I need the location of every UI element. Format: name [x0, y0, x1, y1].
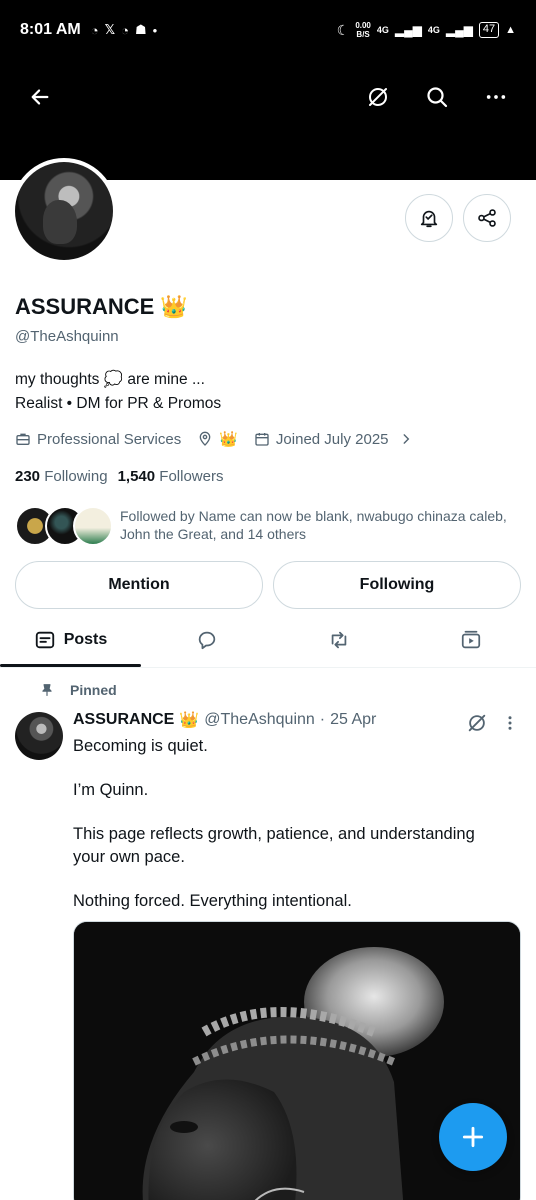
tab-replies[interactable]: [141, 614, 273, 666]
following-label: Following: [44, 468, 108, 485]
dot-icon: •: [152, 22, 158, 38]
profile-name-text: ASSURANCE: [15, 294, 155, 319]
notifications-button[interactable]: [405, 194, 453, 242]
more-icon: [486, 95, 506, 99]
tab-media[interactable]: [405, 614, 536, 666]
status-bar: 8:01 AM ◔ 𝕏 ◔ ☗ • ☾ 0.00 B/S 4G ▂▄▆ 4G ▂…: [0, 0, 536, 60]
bio-line-1: my thoughts 💭 are mine ...: [15, 371, 205, 388]
tab-posts-label: Posts: [63, 631, 108, 648]
post-text-line: This page reflects growth, patience, and…: [73, 825, 475, 843]
profile-joined: Joined July 2025: [275, 430, 389, 448]
pinned-text: Pinned: [70, 682, 117, 698]
followed-by-avatars[interactable]: [15, 506, 113, 546]
followers-label: Followers: [159, 468, 224, 485]
post-text-line: your own pace.: [73, 848, 185, 866]
followers-stat[interactable]: 1,540 Followers: [118, 468, 224, 485]
mention-button[interactable]: Mention: [15, 561, 263, 609]
briefcase-icon: [16, 433, 30, 445]
followed-by-text[interactable]: Followed by Name can now be blank, nwabu…: [120, 507, 525, 543]
post-separator: ·: [319, 711, 326, 728]
search-button[interactable]: [417, 77, 457, 117]
post-text-line: I’m Quinn.: [73, 781, 149, 799]
post-text-line: Nothing forced. Everything intentional.: [73, 892, 352, 910]
more-button[interactable]: [476, 77, 516, 117]
net-speed-unit: B/S: [356, 30, 370, 39]
whatsapp-icon: ◔: [90, 22, 99, 38]
profile-meta: Professional Services 👑 Joined July 2025: [15, 430, 413, 448]
following-count: 230: [15, 468, 41, 485]
media-icon: [461, 630, 480, 649]
whatsapp-icon: ◔: [121, 22, 129, 38]
flask-icon: ▲: [505, 24, 516, 36]
signal-icon: ▂▄▆: [394, 23, 422, 37]
share-button[interactable]: [463, 194, 511, 242]
signal-icon: ▂▄▆: [445, 23, 473, 37]
share-icon: [478, 209, 496, 227]
status-right: ☾ 0.00 B/S 4G ▂▄▆ 4G ▂▄▆ 47 ▲: [337, 21, 516, 39]
post-date[interactable]: 25 Apr: [330, 711, 376, 729]
post-more-button[interactable]: [492, 703, 528, 743]
net-speed-value: 0.00: [355, 21, 371, 30]
repost-icon: [331, 631, 347, 649]
follower-avatar: [73, 506, 113, 546]
moon-icon: ☾: [336, 21, 350, 38]
profile-name: ASSURANCE 👑: [15, 294, 188, 320]
bio-line-2: Realist • DM for PR & Promos: [15, 395, 222, 412]
following-stat[interactable]: 230 Following: [15, 468, 108, 485]
profile-photo: [15, 162, 113, 260]
back-button[interactable]: [20, 77, 60, 117]
tab-reposts[interactable]: [273, 614, 405, 666]
x-logo-icon: 𝕏: [104, 22, 116, 37]
post-author-name[interactable]: ASSURANCE: [73, 711, 174, 729]
followers-count: 1,540: [117, 468, 156, 485]
back-arrow-icon: [31, 89, 49, 105]
profile-avatar[interactable]: [11, 158, 117, 264]
chevron-right-icon[interactable]: [399, 432, 413, 446]
profile-tabs: Posts: [0, 614, 536, 668]
compose-button[interactable]: [439, 1103, 507, 1171]
pin-icon: [42, 684, 52, 696]
grok-icon: [468, 714, 486, 732]
active-tab-indicator: [0, 664, 141, 667]
more-vertical-icon: [508, 716, 512, 730]
notification-bell-icon: [420, 210, 438, 228]
notification-icons: ◔ 𝕏 ◔ ☗ •: [91, 22, 157, 38]
battery-icon: 47: [478, 22, 500, 38]
grok-button[interactable]: [358, 77, 398, 117]
crown-emoji: 👑: [179, 712, 200, 729]
post-header: ASSURANCE 👑 @TheAshquinn · 25 Apr: [73, 710, 376, 730]
grok-icon: [369, 88, 387, 106]
posts-icon: [35, 631, 54, 649]
replies-icon: [198, 631, 216, 650]
net-speed: 0.00 B/S: [355, 21, 371, 39]
network-label-1: 4G: [376, 25, 389, 35]
post-text-line: Becoming is quiet.: [73, 737, 208, 755]
status-time: 8:01 AM: [20, 21, 81, 38]
network-label-2: 4G: [427, 25, 440, 35]
search-icon: [427, 87, 448, 108]
compose-plus-icon: [462, 1126, 484, 1148]
crown-emoji: 👑: [160, 294, 188, 319]
location-pin-icon: [199, 431, 211, 446]
following-button[interactable]: Following: [273, 561, 521, 609]
profile-handle: @TheAshquinn: [15, 328, 119, 345]
profile-location: 👑: [219, 431, 238, 448]
follow-stats: 230 Following 1,540 Followers: [15, 468, 223, 485]
post-author-handle[interactable]: @TheAshquinn: [204, 711, 315, 729]
tab-posts[interactable]: Posts: [0, 614, 141, 666]
post-author-avatar[interactable]: [15, 712, 63, 760]
pinned-label: Pinned: [40, 682, 117, 698]
snapchat-icon: ☗: [134, 22, 147, 37]
post-grok-button[interactable]: [457, 703, 497, 743]
calendar-icon: [255, 433, 269, 446]
profile-category[interactable]: Professional Services: [37, 431, 181, 448]
